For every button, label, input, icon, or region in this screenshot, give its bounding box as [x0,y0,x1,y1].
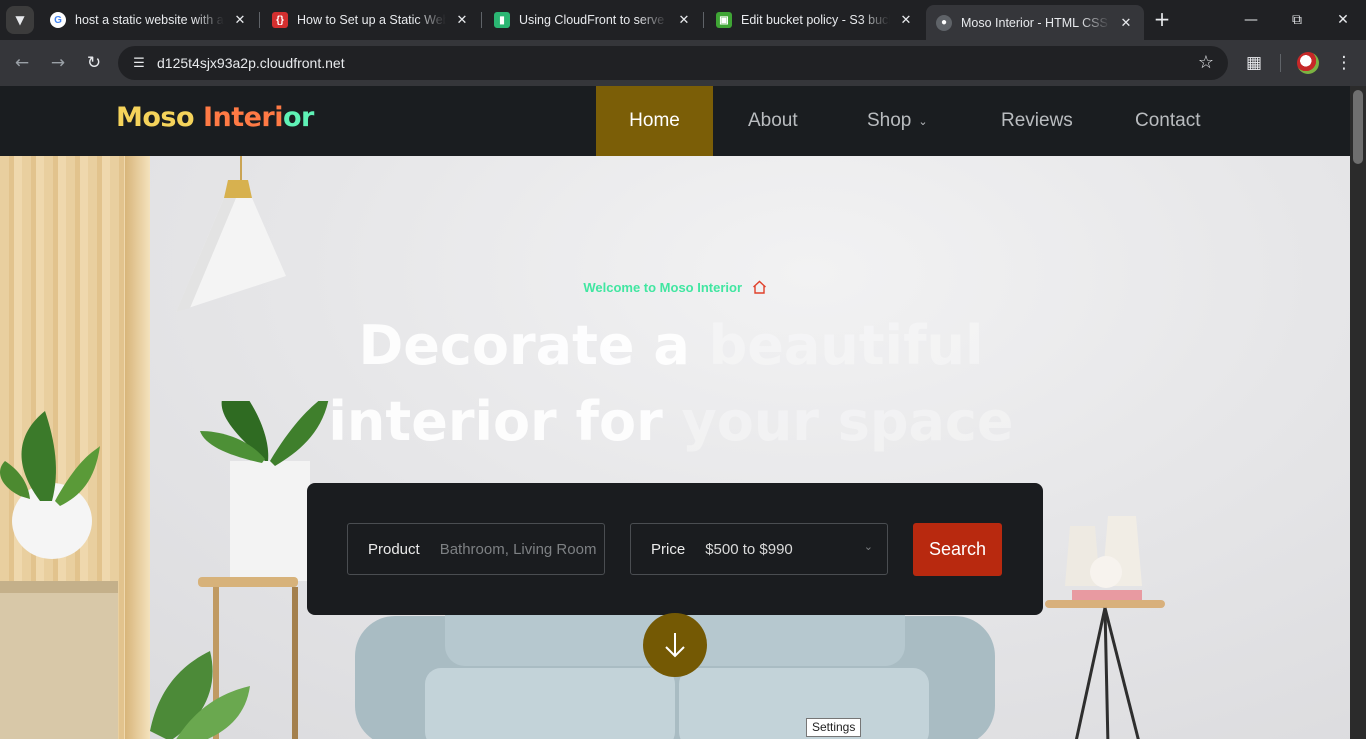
minimize-icon: — [1244,12,1258,28]
browser-menu-button[interactable]: ⋮ [1331,50,1357,76]
bookmark-star-icon[interactable]: ☆ [1198,52,1214,73]
nav-label: Home [629,110,680,131]
headline-part: beautiful [708,314,984,377]
arrow-right-icon: → [50,53,66,73]
browser-toolbar: ← → ↻ ☰ d125t4sjx93a2p.cloudfront.net ☆ … [0,40,1366,86]
nav-label: Reviews [1001,110,1073,131]
plus-icon: + [1153,7,1171,31]
headline-part: Decorate a [358,314,709,377]
terminal-icon: ▮ [494,12,510,28]
hero-headline: Decorate a beautiful interior for your s… [0,308,1342,460]
curly-braces-icon: {} [272,12,288,28]
chevron-down-icon: ▼ [15,13,25,27]
arrow-left-icon: ← [14,53,30,73]
restore-button[interactable]: ⧉ [1274,0,1320,40]
back-button[interactable]: ← [9,50,35,76]
pendant-lamp-image [176,180,286,312]
reload-icon: ↻ [86,53,102,73]
page-scrollbar[interactable] [1350,86,1366,739]
browser-tab-2[interactable]: {} How to Set up a Static Website ✕ [262,5,480,35]
minimize-button[interactable]: — [1228,0,1274,40]
nav-contact[interactable]: Contact [1101,86,1200,156]
nav-label: Contact [1135,110,1201,131]
new-tab-button[interactable]: + [1150,8,1174,32]
nav-shop[interactable]: Shop ⌄ [832,86,965,156]
nav-label: About [748,110,798,131]
tab-title: Moso Interior - HTML CSS Template [961,15,1110,30]
welcome-text: Welcome to Moso Interior [0,280,1350,295]
close-icon[interactable]: ✕ [454,12,470,28]
scrollbar-thumb[interactable] [1353,90,1363,164]
browser-tab-strip: ▼ G host a static website with aws s3 ✕ … [0,0,1366,40]
forward-button[interactable]: → [45,50,71,76]
scroll-down-button[interactable] [643,613,707,677]
browser-tab-5-active[interactable]: ● Moso Interior - HTML CSS Template ✕ [926,5,1144,40]
product-label: Product [368,540,420,558]
address-bar[interactable]: ☰ d125t4sjx93a2p.cloudfront.net ☆ [118,46,1228,80]
welcome-label: Welcome to Moso Interior [583,280,743,295]
profile-avatar[interactable] [1297,52,1319,74]
tab-title: Using CloudFront to serve a static [519,13,668,27]
browser-tab-4[interactable]: ▣ Edit bucket policy - S3 bucket ✕ [706,5,924,35]
product-input[interactable] [439,540,600,558]
nav-about[interactable]: About [713,86,832,156]
side-table-image [1045,516,1165,739]
s3-icon: ▣ [716,12,732,28]
extensions-button[interactable]: ▦ [1241,50,1267,76]
arrow-down-icon [665,633,685,658]
product-field[interactable]: Product [347,523,605,575]
search-panel: Product Price $500 to $990 ⌄ Search [307,483,1043,615]
chevron-down-icon: ⌄ [918,115,928,128]
kebab-menu-icon: ⋮ [1335,53,1353,73]
tab-title: host a static website with aws s3 [75,13,224,27]
globe-icon: ● [936,14,952,31]
reload-button[interactable]: ↻ [81,50,107,76]
nav-reviews[interactable]: Reviews [965,86,1101,156]
tab-title: Edit bucket policy - S3 bucket [741,13,890,27]
close-icon[interactable]: ✕ [898,12,914,28]
price-select[interactable]: Price $500 to $990 ⌄ [630,523,888,575]
close-icon[interactable]: ✕ [676,12,692,28]
close-window-button[interactable]: ✕ [1320,0,1366,40]
logo-word-2b: or [283,102,314,133]
close-icon: ✕ [1337,12,1349,28]
headline-part: your space [681,390,1014,453]
home-icon [752,280,766,294]
browser-tab-1[interactable]: G host a static website with aws s3 ✕ [40,5,258,35]
tab-title: How to Set up a Static Website [297,13,446,27]
logo-word-2a: Interi [202,102,284,133]
site-logo[interactable]: Moso Interior [116,102,314,133]
close-icon[interactable]: ✕ [1118,15,1134,31]
google-icon: G [50,12,66,28]
browser-tab-3[interactable]: ▮ Using CloudFront to serve a static ✕ [484,5,702,35]
nav-label: Shop [867,110,912,131]
price-value: $500 to $990 [705,540,793,558]
page-viewport: Moso Interior Home About Shop ⌄ Reviews … [0,86,1366,739]
search-button[interactable]: Search [913,523,1002,576]
url-text[interactable]: d125t4sjx93a2p.cloudfront.net [157,55,345,71]
price-label: Price [651,540,686,558]
puzzle-icon: ▦ [1245,53,1263,73]
chevron-down-icon: ⌄ [863,540,873,553]
logo-word-1: Moso [116,102,203,133]
restore-icon: ⧉ [1292,12,1302,28]
tab-search-button[interactable]: ▼ [6,6,34,34]
close-icon[interactable]: ✕ [232,12,248,28]
nav-home[interactable]: Home [596,86,713,156]
main-nav: Home About Shop ⌄ Reviews Contact [596,86,1200,156]
settings-tooltip: Settings [806,718,862,737]
headline-part: interior for [328,390,682,453]
site-header: Moso Interior Home About Shop ⌄ Reviews … [0,86,1350,156]
site-info-icon[interactable]: ☰ [128,56,150,71]
